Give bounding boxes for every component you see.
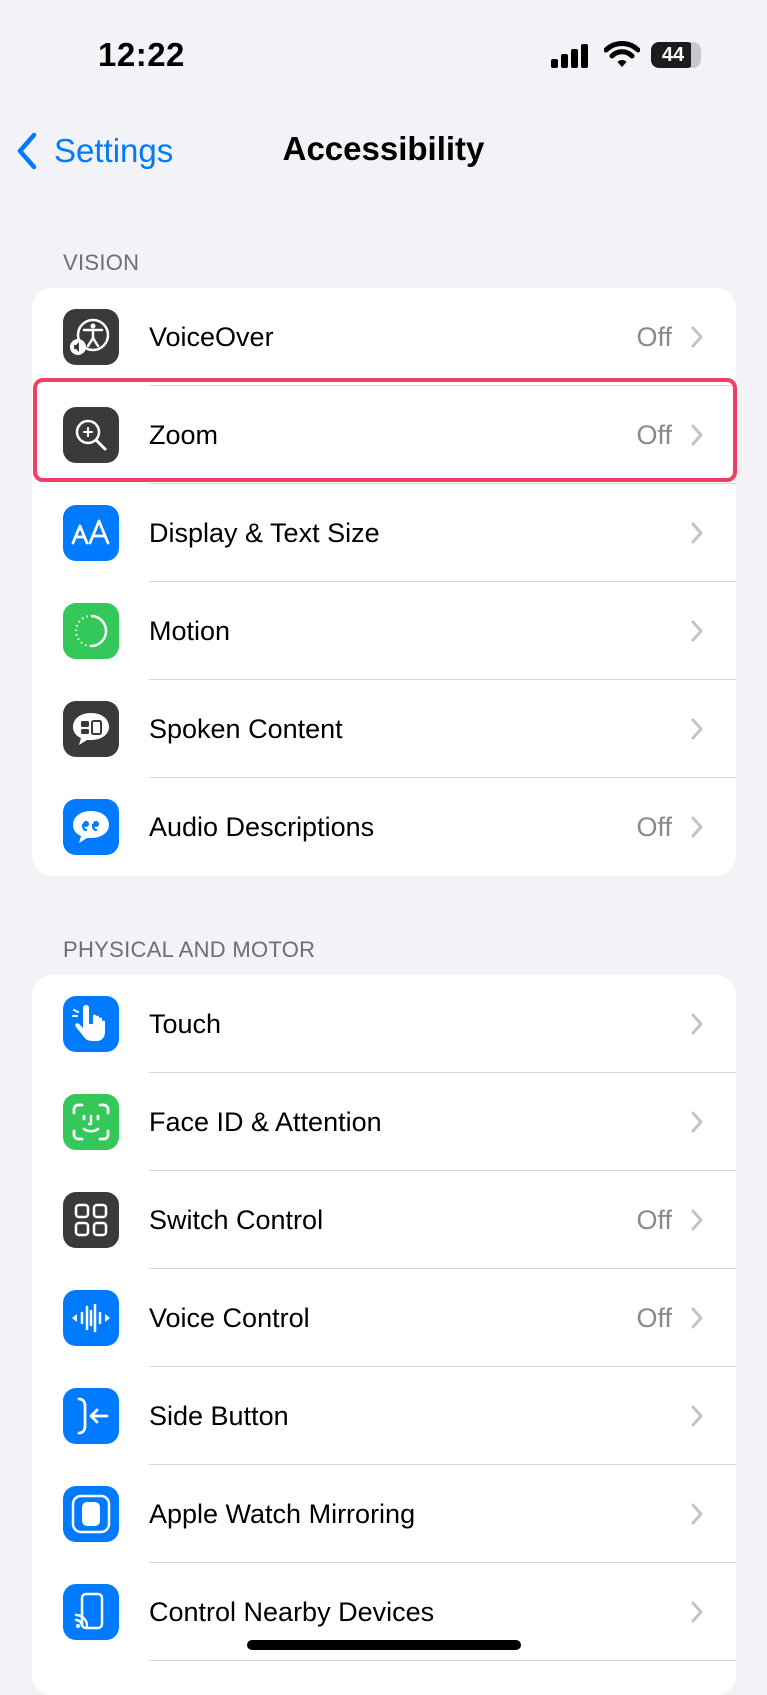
row-side-button[interactable]: Side Button: [32, 1367, 736, 1465]
chevron-right-icon: [691, 1209, 703, 1231]
row-value: Off: [636, 1204, 672, 1235]
section-header-vision: VISION: [63, 250, 140, 275]
row-apple-watch-mirroring[interactable]: Apple Watch Mirroring: [32, 1465, 736, 1563]
row-label: VoiceOver: [149, 321, 274, 352]
row-voice-control[interactable]: Voice Control Off: [32, 1269, 736, 1367]
row-label: Zoom: [149, 419, 219, 450]
row-label: Motion: [149, 615, 231, 646]
row-display-text-size[interactable]: Display & Text Size: [32, 484, 736, 582]
row-label: Apple Watch Mirroring: [149, 1498, 416, 1529]
home-indicator[interactable]: [247, 1640, 521, 1650]
row-audio-descriptions[interactable]: Audio Descriptions Off: [32, 778, 736, 876]
row-label: Side Button: [149, 1400, 289, 1431]
row-value: Off: [636, 419, 672, 450]
row-spoken-content[interactable]: Spoken Content: [32, 680, 736, 778]
voiceover-icon: [63, 309, 119, 365]
row-label: Face ID & Attention: [149, 1106, 382, 1137]
side-button-icon: [63, 1388, 119, 1444]
zoom-icon: [63, 407, 119, 463]
nearby-devices-icon: [63, 1584, 119, 1640]
row-face-id-attention[interactable]: Face ID & Attention: [32, 1073, 736, 1171]
wifi-icon: [604, 41, 640, 67]
section-header-physical-motor: PHYSICAL AND MOTOR: [63, 937, 316, 962]
row-switch-control[interactable]: Switch Control Off: [32, 1171, 736, 1269]
row-label: Switch Control: [149, 1204, 324, 1235]
row-value: Off: [636, 321, 672, 352]
row-value: Off: [636, 1302, 672, 1333]
row-label: Touch: [149, 1008, 222, 1039]
switch-control-icon: [63, 1192, 119, 1248]
battery-level: 44: [661, 44, 685, 66]
chevron-right-icon: [691, 620, 703, 642]
row-label: Audio Descriptions: [149, 811, 375, 842]
chevron-right-icon: [691, 1307, 703, 1329]
row-voiceover[interactable]: VoiceOver Off: [32, 288, 736, 386]
text-size-icon: [63, 505, 119, 561]
settings-group-vision: VoiceOver Off Zoom Off Display & Text Si…: [32, 288, 736, 876]
chevron-right-icon: [691, 1601, 703, 1623]
row-value: Off: [636, 811, 672, 842]
cellular-signal-icon: [551, 44, 588, 68]
row-label: Control Nearby Devices: [149, 1596, 435, 1627]
page-title: Accessibility: [282, 130, 485, 167]
chevron-right-icon: [691, 1503, 703, 1525]
chevron-right-icon: [691, 718, 703, 740]
row-label: Display & Text Size: [149, 517, 380, 548]
face-id-icon: [63, 1094, 119, 1150]
row-zoom[interactable]: Zoom Off: [32, 386, 736, 484]
row-motion[interactable]: Motion: [32, 582, 736, 680]
chevron-right-icon: [691, 522, 703, 544]
chevron-right-icon: [691, 1111, 703, 1133]
battery-icon: 44: [651, 42, 701, 70]
chevron-right-icon: [691, 326, 703, 348]
status-time: 12:22: [98, 36, 185, 73]
audio-descriptions-icon: [63, 799, 119, 855]
watch-mirroring-icon: [63, 1486, 119, 1542]
chevron-right-icon: [691, 1405, 703, 1427]
spoken-content-icon: [63, 701, 119, 757]
navigation-bar: Settings Accessibility: [0, 110, 767, 190]
row-label: Spoken Content: [149, 713, 343, 744]
chevron-right-icon: [691, 816, 703, 838]
settings-group-physical-motor: Touch Face ID & Attention Switch Control…: [32, 975, 736, 1695]
chevron-right-icon: [691, 1013, 703, 1035]
touch-icon: [63, 996, 119, 1052]
row-label: Voice Control: [149, 1302, 310, 1333]
chevron-right-icon: [691, 424, 703, 446]
status-bar: 12:22 44: [0, 0, 767, 110]
row-touch[interactable]: Touch: [32, 975, 736, 1073]
motion-icon: [63, 603, 119, 659]
voice-control-icon: [63, 1290, 119, 1346]
